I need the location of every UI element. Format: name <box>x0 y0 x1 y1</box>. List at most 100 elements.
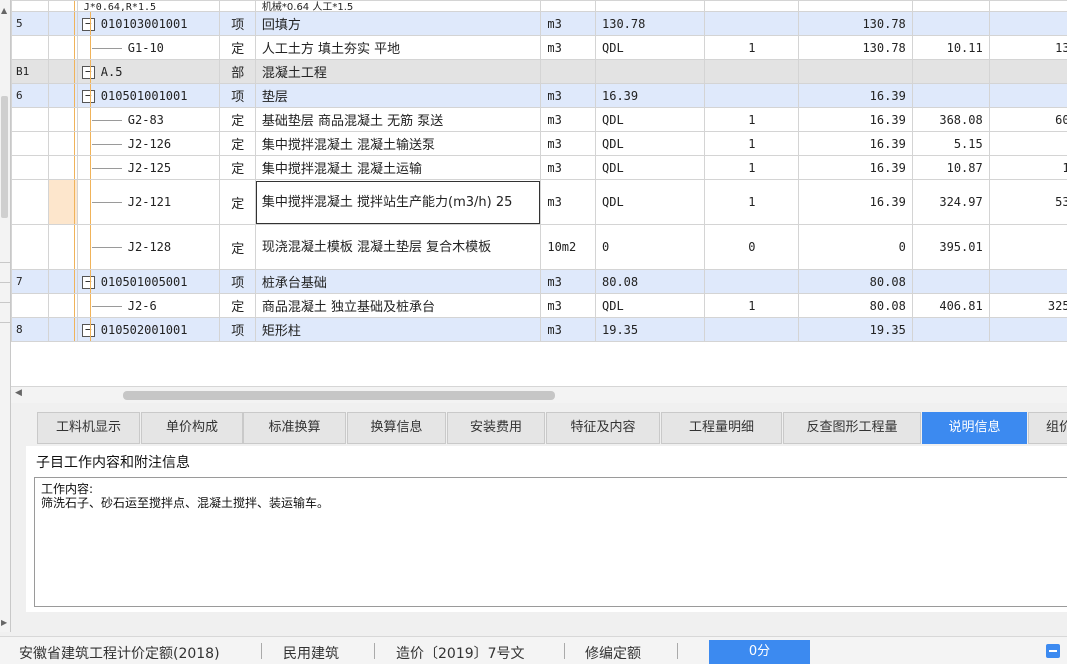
row-marker[interactable] <box>49 270 77 294</box>
quota-row[interactable]: G1-10定人工土方 填土夯实 平地m3QDL1130.7810.111322 <box>12 36 1067 60</box>
code-cell[interactable]: G1-10 <box>77 36 220 60</box>
tab-5[interactable]: 特征及内容 <box>546 412 660 444</box>
unit-cell[interactable]: m3 <box>541 108 596 132</box>
horizontal-scroll-thumb[interactable] <box>123 391 555 400</box>
document-label[interactable]: 造价〔2019〕7号文 <box>396 643 525 663</box>
unit-cell[interactable]: m3 <box>541 12 596 36</box>
tab-4[interactable]: 安装费用 <box>447 412 545 444</box>
bill-item-row[interactable]: 8−010502001001项矩形柱m319.3519.35 <box>12 318 1067 342</box>
scroll-thumb[interactable] <box>1 96 8 218</box>
code-cell[interactable]: −010103001001 <box>77 12 220 36</box>
multiplier-cell[interactable]: 1 <box>705 132 799 156</box>
bill-of-quantities-grid[interactable]: J*0.64,R*1.5 机械*0.64 人工*1.5 5−0101030010… <box>11 0 1067 386</box>
quantity-expression-cell[interactable]: QDL <box>596 36 705 60</box>
name-cell[interactable]: 人工土方 填土夯实 平地 <box>255 36 540 60</box>
quantity-expression-cell[interactable]: 19.35 <box>596 318 705 342</box>
multiplier-cell[interactable]: 0 <box>705 225 799 270</box>
code-cell[interactable]: −010501005001 <box>77 270 220 294</box>
name-cell[interactable]: 矩形柱 <box>255 318 540 342</box>
code-cell[interactable]: −010502001001 <box>77 318 220 342</box>
tab-8[interactable]: 说明信息 <box>922 412 1027 444</box>
multiplier-cell[interactable] <box>705 12 799 36</box>
quantity-expression-cell[interactable]: 0 <box>596 225 705 270</box>
quota-row[interactable]: G2-83定基础垫层 商品混凝土 无筋 泵送m3QDL116.39368.086… <box>12 108 1067 132</box>
row-marker[interactable] <box>49 60 77 84</box>
multiplier-cell[interactable] <box>705 84 799 108</box>
bill-item-row[interactable]: 7−010501005001项桩承台基础m380.0880.08 <box>12 270 1067 294</box>
code-cell[interactable]: −010501001001 <box>77 84 220 108</box>
name-cell[interactable]: 集中搅拌混凝土 混凝土运输 <box>255 156 540 180</box>
unit-cell[interactable]: m3 <box>541 132 596 156</box>
collapse-toggle-icon[interactable]: − <box>82 324 95 337</box>
code-cell[interactable]: J2-125 <box>77 156 220 180</box>
multiplier-cell[interactable] <box>705 60 799 84</box>
name-cell[interactable]: 现浇混凝土模板 混凝土垫层 复合木模板 <box>255 225 540 270</box>
name-cell[interactable]: 集中搅拌混凝土 混凝土输送泵 <box>255 132 540 156</box>
collapse-toggle-icon[interactable]: − <box>82 18 95 31</box>
row-marker[interactable] <box>49 132 77 156</box>
multiplier-cell[interactable] <box>705 318 799 342</box>
quantity-expression-cell[interactable]: QDL <box>596 108 705 132</box>
quota-row[interactable]: J2-126定集中搅拌混凝土 混凝土输送泵m3QDL116.395.1584 <box>12 132 1067 156</box>
multiplier-cell[interactable]: 1 <box>705 36 799 60</box>
code-cell[interactable]: J2-6 <box>77 294 220 318</box>
row-marker[interactable] <box>49 108 77 132</box>
name-cell[interactable]: 回填方 <box>255 12 540 36</box>
scroll-right-icon[interactable]: ▶ <box>1 618 7 627</box>
quantity-expression-cell[interactable]: QDL <box>596 156 705 180</box>
name-cell[interactable]: 基础垫层 商品混凝土 无筋 泵送 <box>255 108 540 132</box>
bill-item-row[interactable]: 6−010501001001项垫层m316.3916.39 <box>12 84 1067 108</box>
unit-cell[interactable]: m3 <box>541 156 596 180</box>
panel-toggle-icon[interactable] <box>1046 644 1060 658</box>
scroll-up-icon[interactable]: ▲ <box>1 6 7 15</box>
code-cell[interactable]: J2-121 <box>77 180 220 225</box>
quantity-expression-cell[interactable]: 80.08 <box>596 270 705 294</box>
unit-cell[interactable]: 10m2 <box>541 225 596 270</box>
unit-cell[interactable]: m3 <box>541 270 596 294</box>
unit-cell[interactable]: m3 <box>541 180 596 225</box>
multiplier-cell[interactable]: 1 <box>705 294 799 318</box>
tab-0[interactable]: 工料机显示 <box>37 412 140 444</box>
quota-row[interactable]: J2-121定集中搅拌混凝土 搅拌站生产能力(m3/h) 25m3QDL116.… <box>12 180 1067 225</box>
mode-label[interactable]: 修编定额 <box>585 643 641 663</box>
quantity-expression-cell[interactable] <box>596 60 705 84</box>
quantity-expression-cell[interactable]: QDL <box>596 132 705 156</box>
row-marker[interactable] <box>49 12 77 36</box>
quantity-expression-cell[interactable]: QDL <box>596 180 705 225</box>
multiplier-cell[interactable]: 1 <box>705 108 799 132</box>
unit-cell[interactable]: m3 <box>541 36 596 60</box>
code-cell[interactable]: J2-128 <box>77 225 220 270</box>
tab-1[interactable]: 单价构成 <box>141 412 243 444</box>
name-cell[interactable]: 垫层 <box>255 84 540 108</box>
unit-cell[interactable]: m3 <box>541 294 596 318</box>
section-row[interactable]: B1−A.5部混凝土工程 <box>12 60 1067 84</box>
scroll-left-icon[interactable]: ◀ <box>15 388 22 398</box>
left-panel-scrollbar[interactable]: ▲ ▶ <box>0 0 11 632</box>
building-type-label[interactable]: 民用建筑 <box>283 643 339 663</box>
code-cell[interactable]: J2-126 <box>77 132 220 156</box>
tab-3[interactable]: 换算信息 <box>347 412 446 444</box>
quantity-expression-cell[interactable]: 16.39 <box>596 84 705 108</box>
multiplier-cell[interactable]: 1 <box>705 180 799 225</box>
unit-cell[interactable] <box>541 60 596 84</box>
bill-item-row[interactable]: 5−010103001001项回填方m3130.78130.78 <box>12 12 1067 36</box>
row-marker[interactable] <box>49 84 77 108</box>
name-cell[interactable]: 商品混凝土 独立基础及桩承台 <box>255 294 540 318</box>
unit-cell[interactable]: m3 <box>541 318 596 342</box>
collapse-toggle-icon[interactable]: − <box>82 90 95 103</box>
tab-9[interactable]: 组价 <box>1028 412 1067 444</box>
row-marker[interactable] <box>49 225 77 270</box>
score-badge[interactable]: 0分 <box>709 640 810 664</box>
row-marker[interactable] <box>49 294 77 318</box>
collapse-toggle-icon[interactable]: − <box>82 276 95 289</box>
horizontal-scrollbar[interactable]: ◀ <box>11 386 1067 403</box>
tab-2[interactable]: 标准换算 <box>243 412 346 444</box>
collapse-toggle-icon[interactable]: − <box>82 66 95 79</box>
code-cell[interactable]: G2-83 <box>77 108 220 132</box>
quota-library-label[interactable]: 安徽省建筑工程计价定额(2018) <box>19 643 220 663</box>
row-marker[interactable] <box>49 180 77 225</box>
description-textarea[interactable]: 工作内容: 筛洗石子、砂石运至搅拌点、混凝土搅拌、装运输车。 <box>34 477 1067 607</box>
code-cell[interactable]: −A.5 <box>77 60 220 84</box>
quantity-expression-cell[interactable]: QDL <box>596 294 705 318</box>
name-cell[interactable]: 混凝土工程 <box>255 60 540 84</box>
